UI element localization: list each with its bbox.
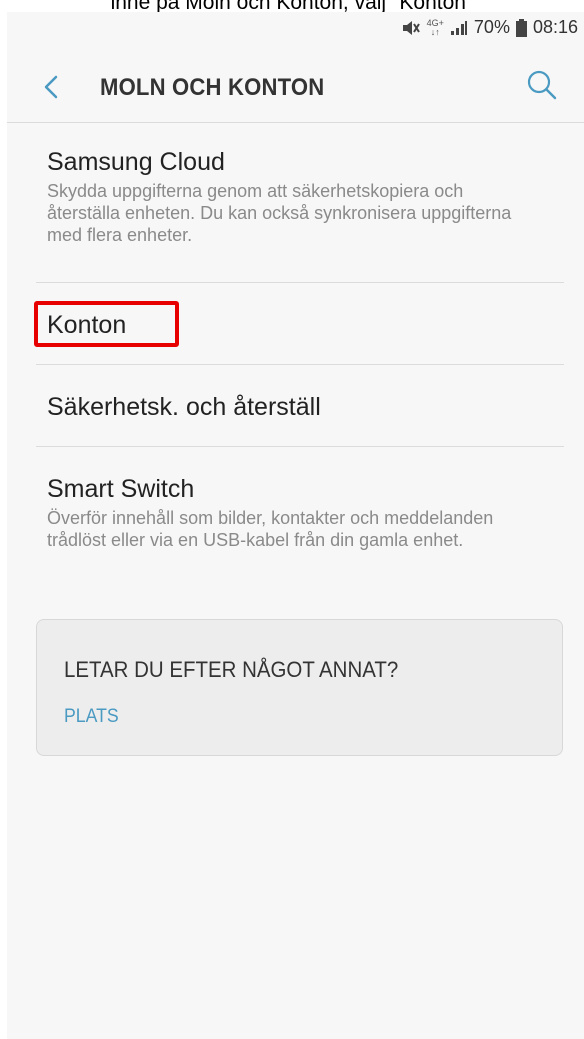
app-bar: MOLN OCH KONTON	[7, 52, 584, 122]
phone-screen: 4G+ ↓↑ 70% 08:16 MOLN OCH KONTON Samsung…	[7, 12, 584, 1039]
status-icons: 4G+ ↓↑ 70% 08:16	[401, 17, 578, 38]
list-item-subtitle: Överför innehåll som bilder, kontakter o…	[47, 508, 494, 550]
chevron-left-icon[interactable]	[39, 74, 65, 100]
signal-icon	[450, 20, 468, 36]
card-title: LETAR DU EFTER NÅGOT ANNAT?	[64, 657, 399, 682]
search-icon[interactable]	[526, 69, 558, 101]
battery-icon	[515, 18, 527, 37]
status-bar: 4G+ ↓↑ 70% 08:16	[7, 12, 584, 44]
list-divider	[36, 446, 564, 447]
list-divider	[36, 364, 564, 365]
mute-icon	[401, 19, 421, 37]
list-item-title: Samsung Cloud	[47, 148, 225, 176]
appbar-divider	[7, 122, 584, 123]
clock: 08:16	[532, 17, 578, 37]
list-item-samsung-cloud[interactable]: Samsung Cloud Skydda uppgifterna genom a…	[47, 147, 527, 246]
network-label: 4G+	[426, 17, 444, 28]
page-title: MOLN OCH KONTON	[100, 74, 325, 101]
list-item-title: Smart Switch	[47, 475, 195, 503]
battery-percent: 70%	[473, 17, 510, 37]
suggestion-card: LETAR DU EFTER NÅGOT ANNAT? PLATS	[36, 619, 563, 756]
list-divider	[36, 282, 564, 283]
highlight-box	[34, 301, 179, 347]
list-item-backup-restore[interactable]: Säkerhetsk. och återställ	[47, 392, 527, 422]
location-link[interactable]: PLATS	[64, 706, 119, 728]
network-type: 4G+ ↓↑	[426, 17, 444, 37]
list-item-smart-switch[interactable]: Smart Switch Överför innehåll som bilder…	[47, 474, 527, 551]
list-item-subtitle: Skydda uppgifterna genom att säkerhetsko…	[47, 181, 512, 245]
list-item-title: Säkerhetsk. och återställ	[47, 393, 321, 421]
